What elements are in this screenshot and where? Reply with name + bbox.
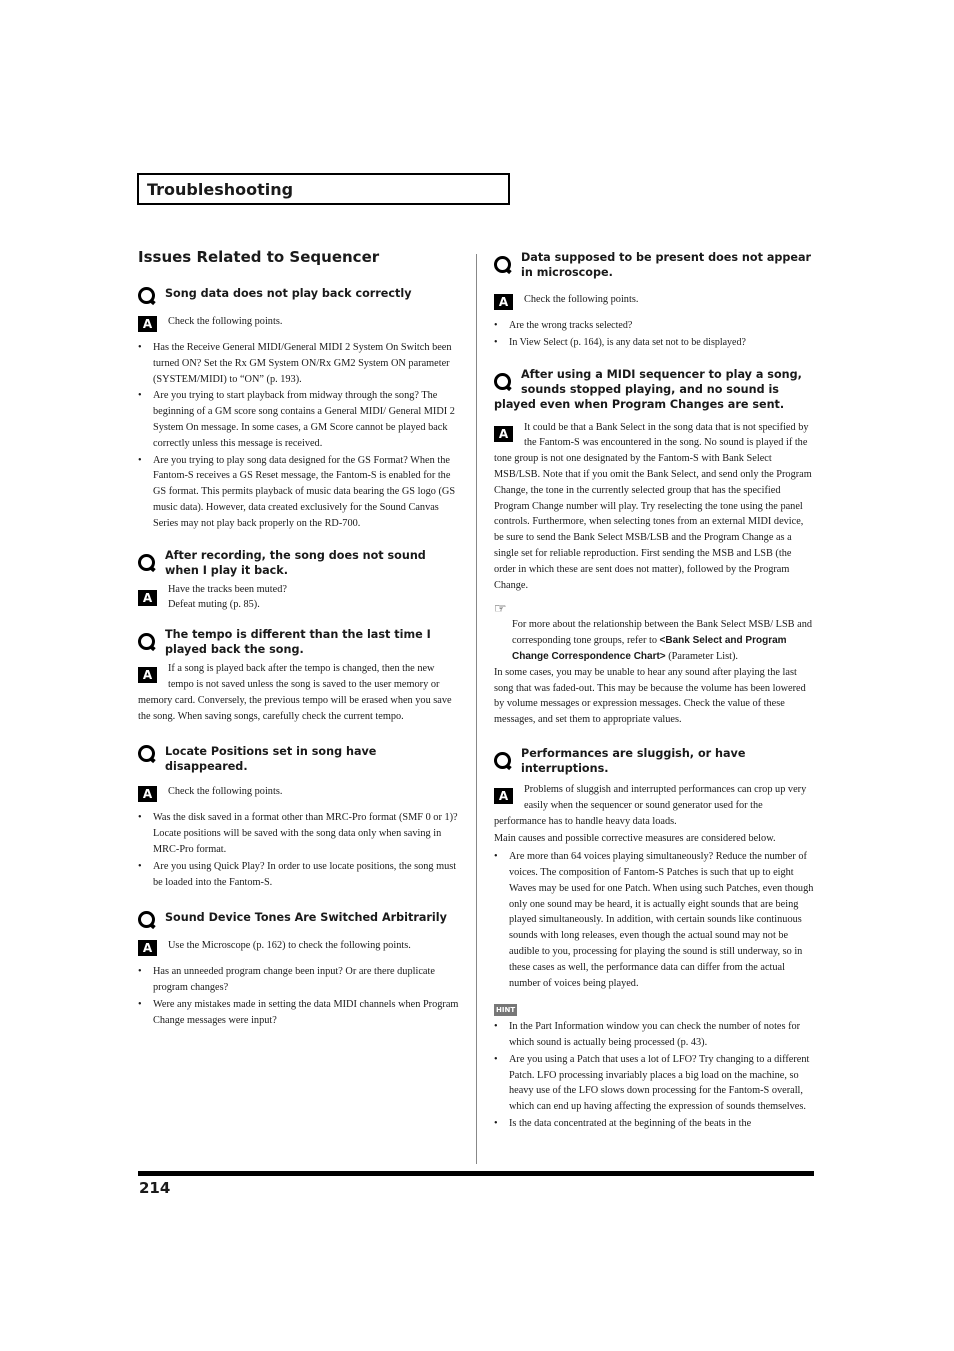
a-icon: A	[138, 940, 157, 957]
list-item: Is the data concentrated at the beginnin…	[494, 1116, 814, 1132]
question: Performances are sluggish, or have inter…	[494, 746, 814, 776]
left-column: Issues Related to Sequencer Song data do…	[138, 248, 460, 1030]
answer-text: If a song is played back after the tempo…	[138, 663, 452, 722]
question-text: After using a MIDI sequencer to play a s…	[494, 367, 802, 411]
list-item: Are you trying to start playback from mi…	[138, 388, 460, 451]
answer-text: It could be that a Bank Select in the so…	[494, 421, 812, 591]
answer-text: Check the following points.	[168, 786, 283, 798]
list-item: Are you using Quick Play? In order to us…	[138, 859, 460, 891]
answer-line: Defeat muting (p. 85).	[168, 599, 260, 611]
question-text: Data supposed to be present does not app…	[521, 251, 812, 279]
paragraph: Main causes and possible corrective meas…	[494, 833, 776, 845]
column-divider	[476, 254, 477, 1164]
question: Song data does not play back correctly	[138, 286, 460, 304]
bullet-list: Was the disk saved in a format other tha…	[138, 810, 460, 890]
list-item: In View Select (p. 164), is any data set…	[494, 335, 814, 351]
q-icon	[494, 372, 511, 390]
a-icon: A	[138, 316, 157, 332]
a-icon: A	[138, 667, 157, 684]
a-icon: A	[138, 786, 157, 803]
paragraph: In some cases, you may be unable to hear…	[494, 666, 806, 726]
question: The tempo is different than the last tim…	[138, 627, 460, 657]
question-text: Song data does not play back correctly	[165, 287, 412, 300]
pointing-hand-icon: ☞	[494, 602, 507, 618]
hint-list: In the Part Information window you can c…	[494, 1019, 814, 1132]
q-icon	[494, 751, 511, 769]
question-text: Locate Positions set in song have disapp…	[165, 745, 377, 774]
question-text: Sound Device Tones Are Switched Arbitrar…	[165, 911, 447, 925]
q-icon	[138, 745, 155, 763]
bullet-list: Has an unneeded program change been inpu…	[138, 964, 460, 1028]
section-header-box: Troubleshooting	[137, 173, 510, 205]
list-item: Were any mistakes made in setting the da…	[138, 997, 460, 1029]
bullet-list: Are the wrong tracks selected? In View S…	[494, 318, 814, 351]
question-text: After recording, the song does not sound…	[165, 548, 426, 577]
answer-line: Have the tracks been muted?	[168, 583, 287, 595]
reference-note: For more about the relationship between …	[494, 617, 814, 664]
question: Locate Positions set in song have disapp…	[138, 744, 460, 774]
a-icon: A	[494, 294, 513, 310]
list-item: Was the disk saved in a format other tha…	[138, 810, 460, 857]
q-icon	[138, 553, 155, 571]
answer: A Check the following points.	[494, 292, 814, 312]
page-number: 214	[139, 1179, 171, 1197]
question: After recording, the song does not sound…	[138, 548, 460, 578]
reference-text-after: (Parameter List).	[665, 650, 738, 662]
q-icon	[138, 633, 155, 651]
answer-text: Check the following points.	[524, 294, 639, 305]
list-item: Are more than 64 voices playing simultan…	[494, 849, 814, 991]
q-icon	[138, 911, 155, 929]
bullet-list: Are more than 64 voices playing simultan…	[494, 849, 814, 991]
section-heading: Issues Related to Sequencer	[138, 248, 380, 266]
list-item: Are the wrong tracks selected?	[494, 318, 814, 334]
list-item: Are you using a Patch that uses a lot of…	[494, 1052, 814, 1115]
list-item: Are you trying to play song data designe…	[138, 453, 460, 532]
answer-text: Use the Microscope (p. 162) to check the…	[168, 940, 411, 952]
question: After using a MIDI sequencer to play a s…	[494, 367, 814, 412]
answer-text: Problems of sluggish and interrupted per…	[494, 783, 807, 827]
list-item: Has an unneeded program change been inpu…	[138, 964, 460, 996]
answer: A Check the following points.	[138, 784, 460, 804]
hint-icon: HINT	[494, 1004, 518, 1017]
a-icon: A	[138, 589, 157, 606]
answer: A Use the Microscope (p. 162) to check t…	[138, 938, 460, 958]
list-item: Has the Receive General MIDI/General MID…	[138, 340, 460, 387]
bullet-list: Has the Receive General MIDI/General MID…	[138, 340, 460, 532]
answer: A It could be that a Bank Select in the …	[494, 420, 814, 594]
answer-text: Check the following points.	[168, 316, 283, 327]
question: Sound Device Tones Are Switched Arbitrar…	[138, 910, 460, 929]
answer: A Have the tracks been muted? Defeat mut…	[138, 582, 460, 614]
answer: A If a song is played back after the tem…	[138, 661, 460, 724]
question-text: The tempo is different than the last tim…	[165, 628, 431, 657]
answer: A Problems of sluggish and interrupted p…	[494, 782, 814, 829]
a-icon: A	[494, 787, 513, 804]
a-icon: A	[494, 425, 513, 442]
list-item: In the Part Information window you can c…	[494, 1019, 814, 1051]
question-text: Performances are sluggish, or have inter…	[521, 746, 746, 775]
q-icon	[138, 287, 155, 304]
answer: A Check the following points.	[138, 314, 460, 334]
q-icon	[494, 256, 511, 273]
section-title: Troubleshooting	[147, 180, 294, 199]
question: Data supposed to be present does not app…	[494, 250, 814, 280]
right-column: Data supposed to be present does not app…	[494, 250, 814, 1133]
footer-rule	[138, 1171, 814, 1176]
